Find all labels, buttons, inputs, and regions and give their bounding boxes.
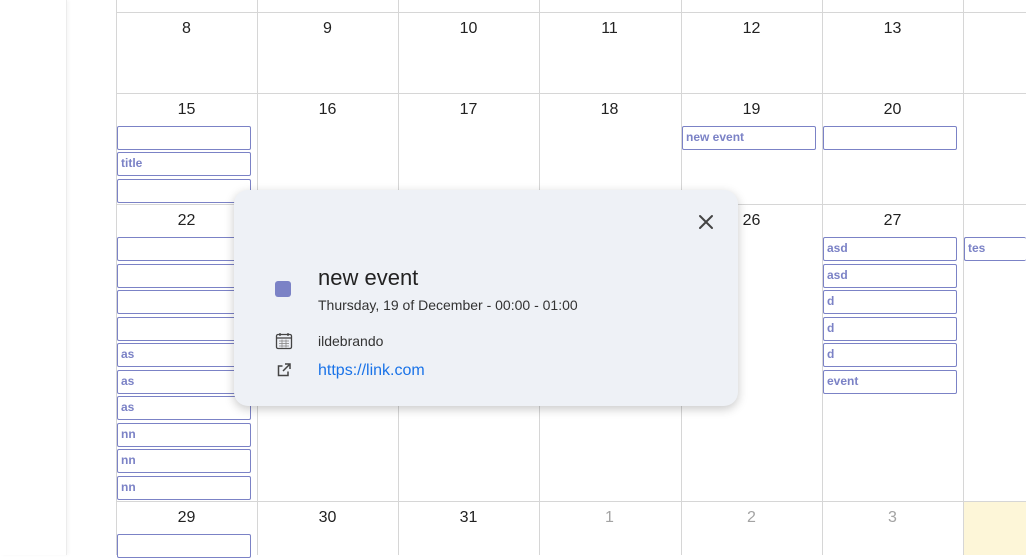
- day-number[interactable]: 8: [116, 20, 257, 38]
- day-number-next-month[interactable]: 2: [681, 509, 822, 527]
- day-number-next-month[interactable]: 1: [539, 509, 680, 527]
- event-title: new event: [318, 265, 419, 290]
- day-number[interactable]: 17: [398, 101, 539, 119]
- event-chip[interactable]: d: [823, 343, 957, 367]
- week-divider: [116, 93, 1026, 94]
- day-number[interactable]: 12: [681, 20, 822, 38]
- week-divider: [116, 12, 1026, 13]
- day-number[interactable]: 30: [257, 509, 398, 527]
- close-button[interactable]: [696, 212, 716, 232]
- day-number[interactable]: 11: [539, 20, 680, 38]
- day-number[interactable]: 16: [257, 101, 398, 119]
- day-number[interactable]: 13: [822, 20, 963, 38]
- day-number[interactable]: 29: [116, 509, 257, 527]
- event-chip[interactable]: [117, 264, 251, 288]
- external-link-icon: [276, 362, 292, 378]
- event-chip[interactable]: d: [823, 317, 957, 341]
- day-number[interactable]: 18: [539, 101, 680, 119]
- week-divider: [116, 501, 1026, 502]
- event-chip[interactable]: nn: [117, 423, 251, 447]
- event-chip[interactable]: d: [823, 290, 957, 314]
- left-gutter: [0, 0, 67, 555]
- close-icon: [699, 215, 713, 229]
- event-chip[interactable]: [117, 179, 251, 203]
- event-chip[interactable]: [117, 290, 251, 314]
- event-chip[interactable]: [117, 237, 251, 261]
- day-number[interactable]: 31: [398, 509, 539, 527]
- day-number[interactable]: 15: [116, 101, 257, 119]
- day-number[interactable]: 10: [398, 20, 539, 38]
- event-chip[interactable]: title: [117, 152, 251, 176]
- event-chip[interactable]: nn: [117, 476, 251, 500]
- day-number[interactable]: 20: [822, 101, 963, 119]
- day-number-next-month[interactable]: 3: [822, 509, 963, 527]
- calendar-icon: [275, 332, 293, 350]
- event-datetime: Thursday, 19 of December - 00:00 - 01:00: [318, 297, 578, 313]
- day-divider: [963, 0, 964, 555]
- day-number[interactable]: 9: [257, 20, 398, 38]
- event-chip[interactable]: event: [823, 370, 957, 394]
- event-chip[interactable]: tes: [964, 237, 1026, 261]
- event-chip[interactable]: as: [117, 343, 251, 367]
- event-chip[interactable]: new event: [682, 126, 816, 150]
- day-number[interactable]: 27: [822, 212, 963, 230]
- event-chip[interactable]: nn: [117, 449, 251, 473]
- event-chip[interactable]: asd: [823, 237, 957, 261]
- event-chip[interactable]: as: [117, 370, 251, 394]
- event-chip[interactable]: [117, 534, 251, 558]
- day-number[interactable]: 19: [681, 101, 822, 119]
- event-chip[interactable]: [117, 317, 251, 341]
- today-cell[interactable]: [964, 502, 1026, 555]
- event-color-swatch: [275, 281, 291, 297]
- event-link[interactable]: https://link.com: [318, 362, 425, 380]
- event-calendar-name: ildebrando: [318, 333, 384, 349]
- event-chip[interactable]: [823, 126, 957, 150]
- event-chip[interactable]: as: [117, 396, 251, 420]
- event-details-popup: new event Thursday, 19 of December - 00:…: [234, 190, 738, 406]
- event-chip[interactable]: [117, 126, 251, 150]
- event-chip[interactable]: asd: [823, 264, 957, 288]
